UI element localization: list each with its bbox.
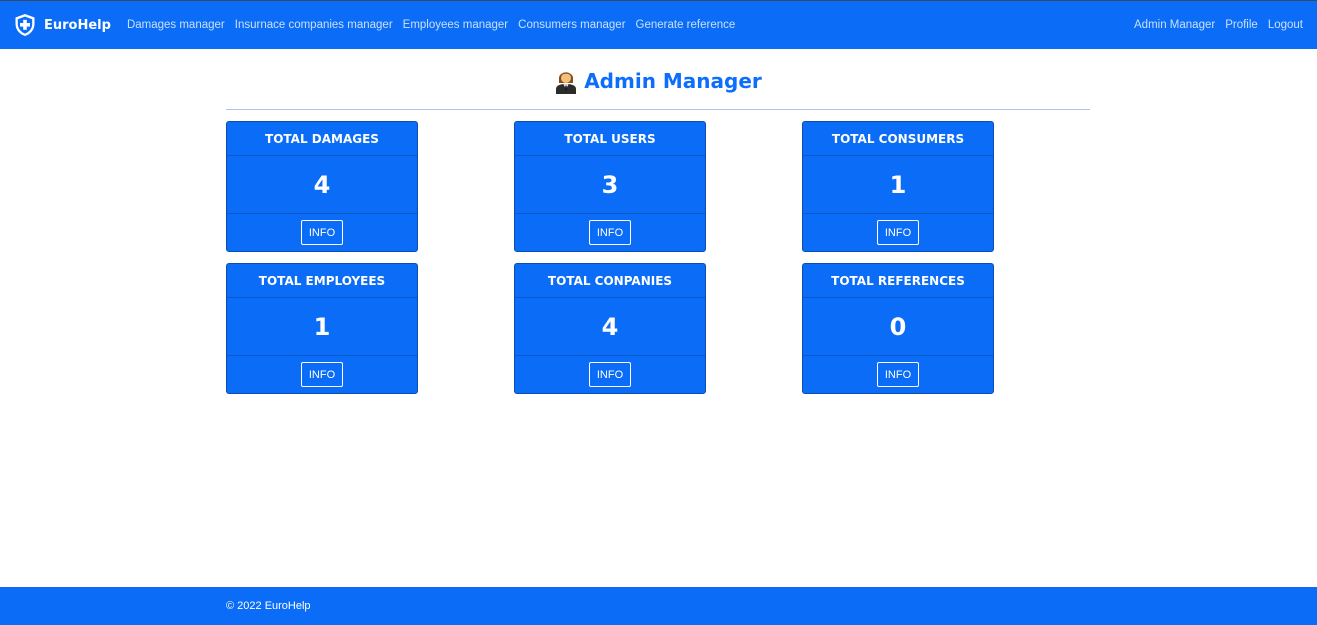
page-title: Admin Manager (584, 69, 762, 93)
card-title: TOTAL DAMAGES (227, 122, 417, 156)
stat-card-total-users: TOTAL USERS 3 INFO (514, 121, 706, 252)
info-button-damages[interactable]: INFO (301, 220, 343, 245)
card-footer: INFO (515, 214, 705, 251)
stat-card-total-companies: TOTAL CONPANIES 4 INFO (514, 263, 706, 394)
nav-generate-reference[interactable]: Generate reference (636, 19, 736, 31)
top-navbar: EuroHelp Damages manager Insurnace compa… (0, 0, 1317, 49)
card-value: 0 (803, 298, 993, 356)
nav-logout[interactable]: Logout (1268, 19, 1303, 31)
card-title: TOTAL CONSUMERS (803, 122, 993, 156)
main-nav: Damages manager Insurnace companies mana… (127, 19, 745, 31)
stat-card-total-references: TOTAL REFERENCES 0 INFO (802, 263, 994, 394)
brand-name: EuroHelp (44, 17, 111, 33)
card-value: 4 (227, 156, 417, 214)
stat-card-total-consumers: TOTAL CONSUMERS 1 INFO (802, 121, 994, 252)
page-title-wrap: Admin Manager (554, 62, 762, 100)
card-value: 4 (515, 298, 705, 356)
stat-card-total-employees: TOTAL EMPLOYEES 1 INFO (226, 263, 418, 394)
card-footer: INFO (227, 356, 417, 393)
user-nav: Admin Manager Profile Logout (1124, 19, 1303, 31)
nav-insurance-companies-manager[interactable]: Insurnace companies manager (235, 19, 393, 31)
stat-card-total-damages: TOTAL DAMAGES 4 INFO (226, 121, 418, 252)
nav-employees-manager[interactable]: Employees manager (403, 19, 508, 31)
info-button-companies[interactable]: INFO (589, 362, 631, 387)
card-footer: INFO (803, 356, 993, 393)
info-button-users[interactable]: INFO (589, 220, 631, 245)
info-button-references[interactable]: INFO (877, 362, 919, 387)
admin-person-icon (556, 72, 577, 94)
card-footer: INFO (515, 356, 705, 393)
page-header: Admin Manager (226, 62, 1090, 110)
card-title: TOTAL REFERENCES (803, 264, 993, 298)
nav-profile[interactable]: Profile (1225, 19, 1258, 31)
card-title: TOTAL USERS (515, 122, 705, 156)
page-footer: © 2022 EuroHelp (0, 587, 1317, 625)
nav-damages-manager[interactable]: Damages manager (127, 19, 225, 31)
card-title: TOTAL CONPANIES (515, 264, 705, 298)
card-footer: INFO (227, 214, 417, 251)
shield-plus-icon (15, 14, 35, 36)
card-title: TOTAL EMPLOYEES (227, 264, 417, 298)
brand-link[interactable]: EuroHelp (14, 13, 111, 37)
nav-admin-manager[interactable]: Admin Manager (1134, 19, 1215, 31)
card-value: 1 (227, 298, 417, 356)
info-button-consumers[interactable]: INFO (877, 220, 919, 245)
info-button-employees[interactable]: INFO (301, 362, 343, 387)
card-value: 1 (803, 156, 993, 214)
copyright-text: © 2022 EuroHelp (226, 600, 311, 612)
card-value: 3 (515, 156, 705, 214)
nav-consumers-manager[interactable]: Consumers manager (518, 19, 625, 31)
card-footer: INFO (803, 214, 993, 251)
